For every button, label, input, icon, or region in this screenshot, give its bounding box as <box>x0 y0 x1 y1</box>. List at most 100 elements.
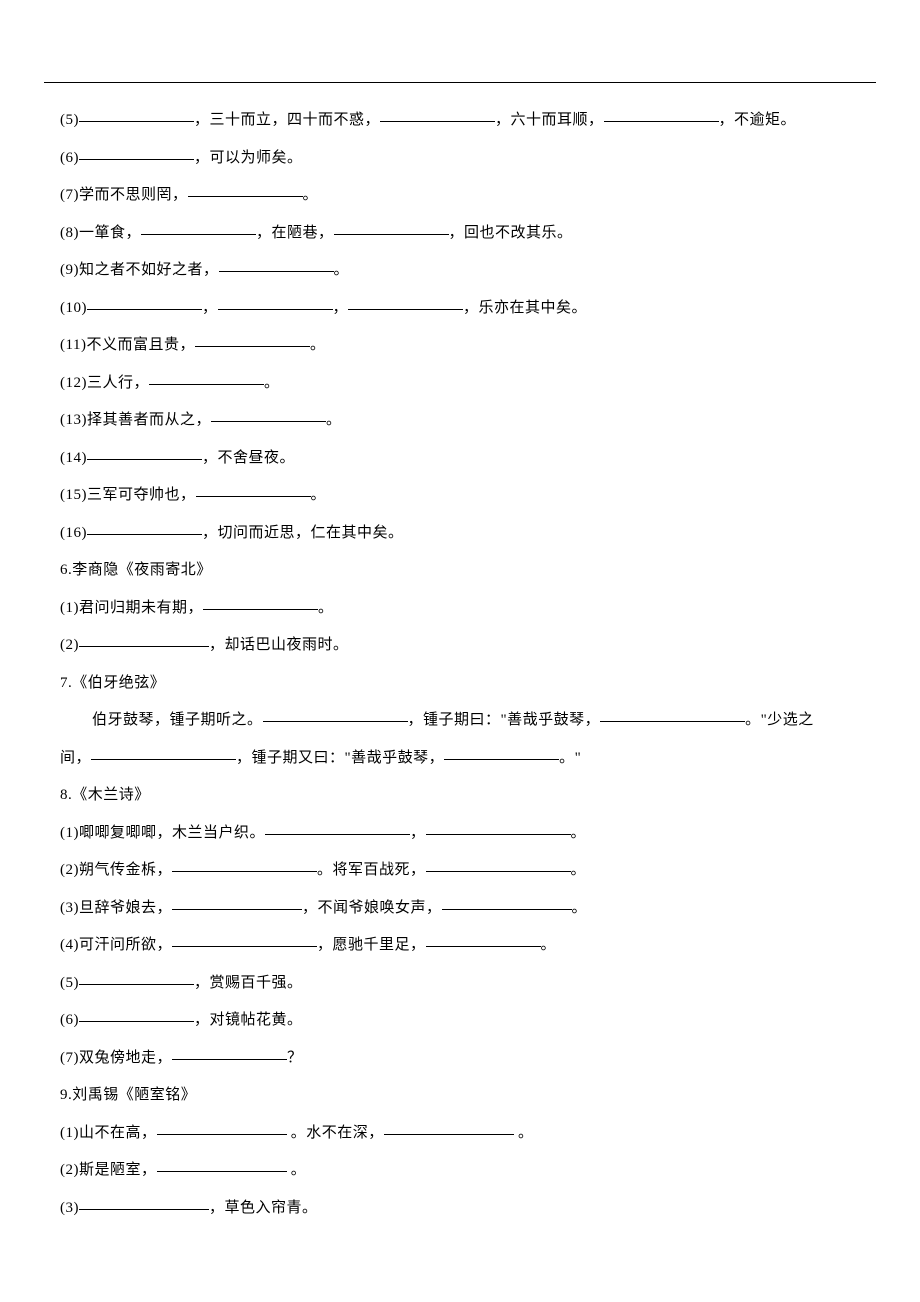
page-top-rule <box>44 82 876 83</box>
section-8-item-2: (2)朔气传金柝，。将军百战死，。 <box>60 852 860 890</box>
document-body: (5)，三十而立，四十而不惑，，六十而耳顺，，不逾矩。 (6)，可以为师矣。 (… <box>60 102 860 1227</box>
text: ，不逾矩。 <box>719 112 797 128</box>
text: ， <box>202 300 218 316</box>
text: 三人行， <box>87 375 149 391</box>
fill-blank[interactable] <box>265 820 410 835</box>
section-6-title: 6.李商隐《夜雨寄北》 <box>60 552 860 590</box>
fill-blank[interactable] <box>600 707 745 722</box>
text: 。 <box>541 937 557 953</box>
fill-blank[interactable] <box>172 857 317 872</box>
item-11: (11)不义而富且贵，。 <box>60 327 860 365</box>
text: ，赏赐百千强。 <box>194 975 303 991</box>
fill-blank[interactable] <box>348 295 463 310</box>
text: 伯牙鼓琴，锺子期听之。 <box>60 712 263 728</box>
fill-blank[interactable] <box>196 482 311 497</box>
fill-blank[interactable] <box>604 107 719 122</box>
text: 可汗问所欲， <box>79 937 172 953</box>
fill-blank[interactable] <box>172 932 317 947</box>
text: 。 <box>303 187 319 203</box>
fill-blank[interactable] <box>87 445 202 460</box>
text: 知之者不如好之者， <box>79 262 219 278</box>
item-num: (1) <box>60 825 79 841</box>
fill-blank[interactable] <box>380 107 495 122</box>
fill-blank[interactable] <box>87 520 202 535</box>
section-7-line-2: 间，，锺子期又曰："善哉乎鼓琴，。" <box>60 740 860 778</box>
fill-blank[interactable] <box>218 295 333 310</box>
item-num: (1) <box>60 1125 79 1141</box>
item-num: (3) <box>60 900 79 916</box>
text: 。 <box>571 825 587 841</box>
fill-blank[interactable] <box>87 295 202 310</box>
item-num: (7) <box>60 187 79 203</box>
text: ， <box>333 300 349 316</box>
text: ，回也不改其乐。 <box>449 225 573 241</box>
item-14: (14)，不舍昼夜。 <box>60 440 860 478</box>
section-8-item-3: (3)旦辞爷娘去， ，不闻爷娘唤女声， 。 <box>60 890 860 928</box>
section-8-item-5: (5)，赏赐百千强。 <box>60 965 860 1003</box>
text: ，切问而近思，仁在其中矣。 <box>202 525 404 541</box>
fill-blank[interactable] <box>426 932 541 947</box>
fill-blank[interactable] <box>141 220 256 235</box>
text: 。 <box>318 600 334 616</box>
fill-blank[interactable] <box>195 332 310 347</box>
text: 三军可夺帅也， <box>87 487 196 503</box>
fill-blank[interactable] <box>149 370 264 385</box>
fill-blank[interactable] <box>219 257 334 272</box>
item-num: (12) <box>60 375 87 391</box>
text: 唧唧复唧唧，木兰当户织。 <box>79 825 265 841</box>
item-num: (2) <box>60 862 79 878</box>
fill-blank[interactable] <box>79 632 209 647</box>
fill-blank[interactable] <box>444 745 559 760</box>
fill-blank[interactable] <box>79 107 194 122</box>
text: 不义而富且贵， <box>86 337 195 353</box>
fill-blank[interactable] <box>172 1045 287 1060</box>
fill-blank[interactable] <box>211 407 326 422</box>
fill-blank[interactable] <box>79 1007 194 1022</box>
text: ，乐亦在其中矣。 <box>463 300 587 316</box>
text: 旦辞爷娘去， <box>79 900 172 916</box>
fill-blank[interactable] <box>172 895 302 910</box>
heading: 6.李商隐《夜雨寄北》 <box>60 562 212 578</box>
text: ，草色入帘青。 <box>209 1200 318 1216</box>
text: ，锺子期曰："善哉乎鼓琴， <box>408 712 601 728</box>
item-num: (1) <box>60 600 79 616</box>
text: 斯是陋室， <box>79 1162 157 1178</box>
text: ？ <box>287 1050 303 1066</box>
text: 。 <box>287 1162 307 1178</box>
text: 。 <box>326 412 342 428</box>
item-num: (13) <box>60 412 87 428</box>
fill-blank[interactable] <box>442 895 572 910</box>
heading: 9.刘禹锡《陋室铭》 <box>60 1087 196 1103</box>
item-num: (2) <box>60 637 79 653</box>
section-6-item-2: (2)，却话巴山夜雨时。 <box>60 627 860 665</box>
text: ，不舍昼夜。 <box>202 450 295 466</box>
fill-blank[interactable] <box>157 1157 287 1172</box>
fill-blank[interactable] <box>157 1120 287 1135</box>
item-num: (11) <box>60 337 86 353</box>
fill-blank[interactable] <box>334 220 449 235</box>
item-num: (3) <box>60 1200 79 1216</box>
item-num: (15) <box>60 487 87 503</box>
fill-blank[interactable] <box>79 970 194 985</box>
fill-blank[interactable] <box>79 145 194 160</box>
text: 。" <box>559 750 581 766</box>
item-16: (16)，切问而近思，仁在其中矣。 <box>60 515 860 553</box>
text: 。水不在深， <box>287 1125 384 1141</box>
fill-blank[interactable] <box>426 857 571 872</box>
text: 择其善者而从之， <box>87 412 211 428</box>
item-num: (7) <box>60 1050 79 1066</box>
text: 。 <box>572 900 588 916</box>
text: ，不闻爷娘唤女声， <box>302 900 442 916</box>
fill-blank[interactable] <box>426 820 571 835</box>
fill-blank[interactable] <box>188 182 303 197</box>
fill-blank[interactable] <box>203 595 318 610</box>
fill-blank[interactable] <box>91 745 236 760</box>
text: ，愿驰千里足， <box>317 937 426 953</box>
text: ，六十而耳顺， <box>495 112 604 128</box>
text: ，在陋巷， <box>256 225 334 241</box>
fill-blank[interactable] <box>79 1195 209 1210</box>
section-8-item-6: (6)，对镜帖花黄。 <box>60 1002 860 1040</box>
text: 。 <box>514 1125 534 1141</box>
fill-blank[interactable] <box>263 707 408 722</box>
fill-blank[interactable] <box>384 1120 514 1135</box>
